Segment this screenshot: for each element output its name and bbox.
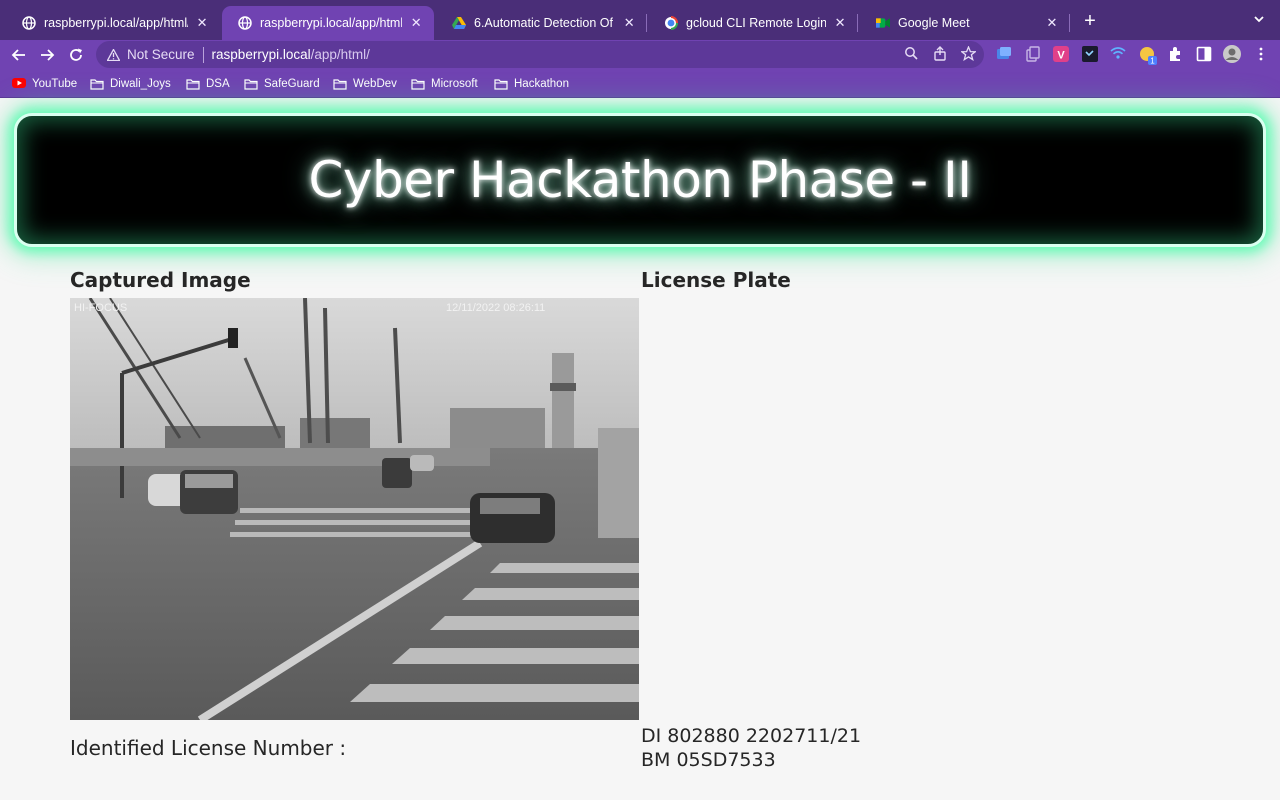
bookmark-label: DSA	[206, 78, 230, 90]
terminal-extension-icon[interactable]	[1082, 46, 1100, 62]
tab-raspberrypi-2[interactable]: raspberrypi.local/app/html/ ✕	[222, 6, 434, 40]
warning-icon[interactable]	[106, 47, 121, 62]
close-icon[interactable]: ✕	[623, 15, 637, 31]
tab-divider	[857, 14, 858, 32]
reload-button[interactable]	[65, 44, 87, 66]
url-host: raspberrypi.local	[211, 47, 311, 62]
svg-text:V: V	[1057, 50, 1065, 62]
share-icon[interactable]	[933, 46, 949, 62]
puzzle-extensions-icon[interactable]	[1167, 46, 1185, 62]
tab-divider	[646, 14, 647, 32]
svg-text:1: 1	[1150, 57, 1155, 66]
bookmark-dsa[interactable]: DSA	[186, 76, 230, 92]
forward-button[interactable]	[36, 44, 58, 66]
identified-license-line: DI 802880 2202711/21	[641, 725, 862, 747]
kebab-menu-icon[interactable]	[1253, 46, 1271, 62]
address-divider	[202, 46, 204, 63]
back-button[interactable]	[8, 44, 30, 66]
close-icon[interactable]: ✕	[1044, 15, 1060, 31]
identified-license-value: DI 802880 2202711/21 BM 05SD7533	[641, 724, 861, 772]
folder-icon	[90, 78, 104, 90]
globe-icon	[22, 16, 36, 30]
identified-license-line: BM 05SD7533	[641, 749, 776, 771]
bookmark-webdev[interactable]: WebDev	[333, 76, 397, 92]
badge-extension-icon[interactable]: 1	[1139, 46, 1157, 66]
bookmark-label: WebDev	[353, 78, 397, 90]
folder-icon	[186, 78, 200, 90]
bookmark-label: SafeGuard	[264, 78, 320, 90]
zoom-search-icon[interactable]	[904, 46, 920, 62]
tab-title: Google Meet	[898, 16, 970, 30]
tab-title: raspberrypi.local/app/html/	[260, 16, 403, 30]
captured-image-heading: Captured Image	[70, 268, 251, 292]
tab-title: gcloud CLI Remote Login	[686, 16, 827, 30]
chevron-down-icon[interactable]	[1250, 12, 1268, 30]
camera-brand-overlay: HI-FOCUS	[74, 302, 127, 314]
wifi-extension-icon[interactable]	[1110, 46, 1128, 62]
profile-avatar-icon[interactable]	[1222, 44, 1242, 64]
close-icon[interactable]: ✕	[194, 15, 210, 31]
bookmark-star-icon[interactable]	[960, 45, 977, 62]
tab-strip: raspberrypi.local/app/html/ ✕ raspberryp…	[0, 0, 1280, 40]
tab-gcloud[interactable]: gcloud CLI Remote Login ✕	[648, 6, 858, 40]
bookmark-label: YouTube	[32, 78, 78, 90]
tab-raspberrypi-1[interactable]: raspberrypi.local/app/html/ ✕	[6, 6, 220, 40]
tab-google-meet[interactable]: Google Meet ✕	[860, 6, 1070, 40]
bookmark-label: Microsoft	[431, 78, 478, 90]
bookmark-diwali-joys[interactable]: Diwali_Joys	[90, 76, 171, 92]
google-meet-icon	[876, 16, 890, 30]
tab-automatic-detection[interactable]: 6.Automatic Detection Of Num ✕	[436, 6, 646, 40]
google-drive-icon	[452, 16, 466, 30]
url-path: /app/html/	[310, 47, 370, 62]
google-cloud-icon	[664, 16, 678, 30]
page-title: Cyber Hackathon Phase - II	[308, 151, 972, 209]
v-extension-icon[interactable]: V	[1053, 46, 1071, 62]
captured-image: HI-FOCUS 12/11/2022 08:26:11	[70, 298, 639, 720]
license-plate-heading: License Plate	[641, 268, 791, 292]
tab-title: raspberrypi.local/app/html/	[44, 16, 189, 30]
bookmark-youtube[interactable]: YouTube	[12, 76, 77, 92]
address-bar[interactable]: Not Secure raspberrypi.local/app/html/	[96, 41, 984, 68]
hero-banner: Cyber Hackathon Phase - II	[14, 113, 1266, 247]
side-panel-icon[interactable]	[1196, 46, 1214, 62]
bookmark-label: Diwali_Joys	[110, 78, 171, 90]
tab-groups-extension-icon[interactable]	[996, 46, 1014, 62]
bookmark-label: Hackathon	[514, 78, 569, 90]
identified-license-label: Identified License Number :	[70, 736, 347, 760]
security-label[interactable]: Not Secure	[127, 47, 195, 62]
folder-icon	[494, 78, 508, 90]
close-icon[interactable]: ✕	[832, 15, 848, 31]
camera-timestamp-overlay: 12/11/2022 08:26:11	[446, 302, 545, 314]
tab-divider	[1069, 14, 1070, 32]
folder-icon	[411, 78, 425, 90]
youtube-icon	[12, 78, 26, 90]
bookmarks-bar: YouTube Diwali_Joys DSA SafeGuard WebDev…	[0, 70, 1280, 98]
copy-extension-icon[interactable]	[1025, 46, 1043, 62]
globe-icon	[238, 16, 252, 30]
bookmark-microsoft[interactable]: Microsoft	[411, 76, 478, 92]
close-icon[interactable]: ✕	[408, 15, 424, 31]
bookmark-hackathon[interactable]: Hackathon	[494, 76, 569, 92]
new-tab-button[interactable]: +	[1079, 10, 1101, 32]
page-content: Cyber Hackathon Phase - II Captured Imag…	[0, 98, 1280, 800]
folder-icon	[244, 78, 258, 90]
tab-title: 6.Automatic Detection Of Num	[474, 16, 617, 30]
folder-icon	[333, 78, 347, 90]
bookmark-safeguard[interactable]: SafeGuard	[244, 76, 320, 92]
